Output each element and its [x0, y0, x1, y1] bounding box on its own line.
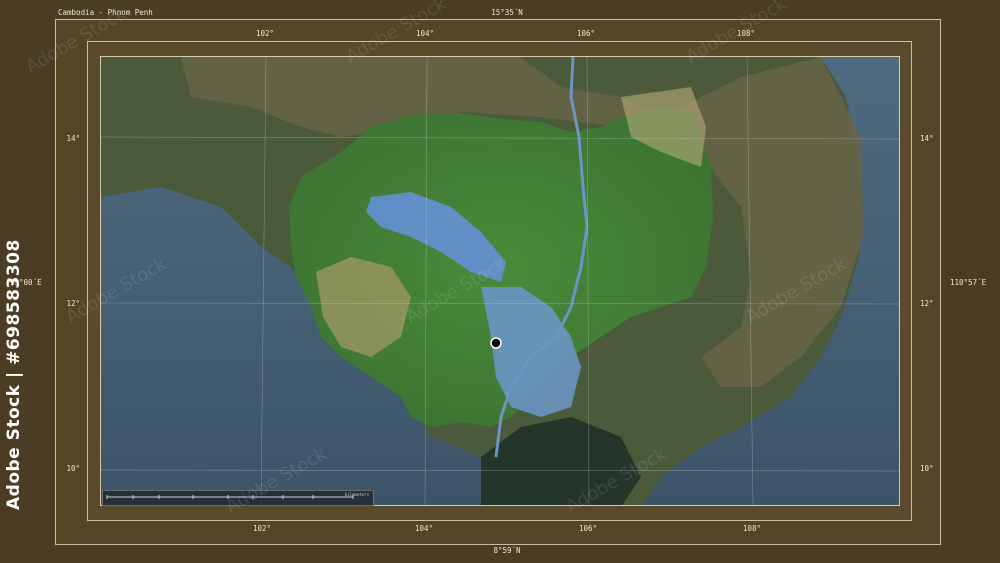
lat-tick-right-10: 10°	[920, 464, 934, 473]
lon-tick-top-106: 106°	[576, 29, 596, 38]
lon-tick-bottom-108: 108°	[742, 524, 762, 533]
lat-tick-left-12: 12°	[66, 299, 80, 308]
phnom-penh-marker	[490, 337, 502, 349]
lat-tick-right-12: 12°	[920, 299, 934, 308]
stock-id-label: Adobe Stock | #698583308	[4, 239, 24, 510]
lon-tick-bottom-102: 102°	[252, 524, 272, 533]
map-graphic	[101, 57, 899, 505]
lon-tick-bottom-106: 106°	[578, 524, 598, 533]
map-title: Cambodia - Phnom Penh	[58, 8, 153, 17]
lon-tick-top-104: 104°	[415, 29, 435, 38]
lat-tick-left-10: 10°	[66, 464, 80, 473]
scale-bar-graphic	[106, 495, 354, 499]
lat-tick-left-14: 14°	[66, 134, 80, 143]
scale-bar: kilometers	[102, 490, 374, 506]
top-latitude-label: 15°35´N	[491, 8, 523, 17]
right-longitude-label: 110°57´E	[950, 278, 987, 287]
relief-map[interactable]	[100, 56, 900, 506]
lon-tick-top-102: 102°	[255, 29, 275, 38]
lon-tick-bottom-104: 104°	[414, 524, 434, 533]
lon-tick-top-108: 108°	[736, 29, 756, 38]
lat-tick-right-14: 14°	[920, 134, 934, 143]
bottom-latitude-label: 8°59´N	[493, 546, 521, 555]
scale-unit: kilometers	[344, 492, 369, 497]
